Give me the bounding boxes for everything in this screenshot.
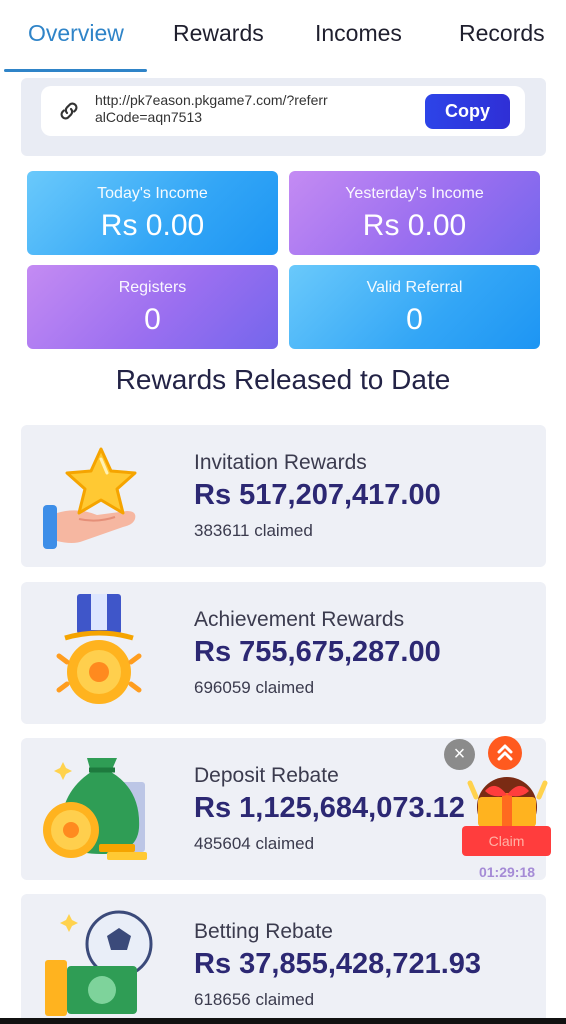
copy-button[interactable]: Copy <box>425 94 510 129</box>
cash-ball-icon <box>45 910 153 1016</box>
reward-claimed-count: 696059 claimed <box>194 678 315 697</box>
registers-label: Registers <box>118 279 187 296</box>
reward-card-betting[interactable]: Betting Rebate Rs 37,855,428,721.93 6186… <box>21 894 546 1024</box>
referral-url: http://pk7eason.pkgame7.com/?referralCod… <box>95 92 328 125</box>
medal-icon <box>56 594 142 704</box>
todays-income-label: Today's Income <box>97 185 208 202</box>
reward-amount: Rs 1,125,684,073.12 <box>194 792 465 824</box>
reward-amount: Rs 755,675,287.00 <box>194 636 441 668</box>
claim-button[interactable]: Claim <box>462 826 551 856</box>
registers-value: 0 <box>144 303 161 336</box>
reward-claimed-count: 618656 claimed <box>194 990 315 1009</box>
valid-referral-value: 0 <box>406 303 423 336</box>
countdown-timer: 01:29:18 <box>478 864 536 880</box>
registers-card: Registers 0 <box>27 265 278 349</box>
todays-income-value: Rs 0.00 <box>100 209 205 242</box>
reward-claimed-count: 383611 claimed <box>194 521 313 540</box>
todays-income-card: Today's Income Rs 0.00 <box>27 171 278 255</box>
reward-card-achievement[interactable]: Achievement Rewards Rs 755,675,287.00 69… <box>21 582 546 724</box>
tab-incomes[interactable]: Incomes <box>315 20 402 47</box>
reward-title: Betting Rebate <box>194 920 333 943</box>
reward-title: Deposit Rebate <box>194 764 339 787</box>
section-title: Rewards Released to Date <box>115 364 451 395</box>
bottom-edge-bar <box>0 1018 566 1024</box>
tab-bar: Overview Rewards Incomes Records <box>0 0 566 72</box>
money-bag-icon <box>43 758 147 860</box>
reward-card-invitation[interactable]: Invitation Rewards Rs 517,207,417.00 383… <box>21 425 546 567</box>
tab-rewards[interactable]: Rewards <box>173 20 264 47</box>
reward-title: Achievement Rewards <box>194 608 405 631</box>
tab-overview[interactable]: Overview <box>28 20 124 47</box>
close-widget-button[interactable]: × <box>444 739 475 770</box>
yesterdays-income-label: Yesterday's Income <box>345 185 484 202</box>
expand-widget-button[interactable] <box>488 736 522 770</box>
overview-page: http://pk7eason.pkgame7.com/?referralCod… <box>0 72 566 1024</box>
valid-referral-label: Valid Referral <box>366 279 463 296</box>
referral-panel: http://pk7eason.pkgame7.com/?referralCod… <box>21 78 546 156</box>
double-chevron-up-icon <box>497 744 513 761</box>
reward-title: Invitation Rewards <box>194 451 367 474</box>
reward-amount: Rs 517,207,417.00 <box>194 479 441 511</box>
yesterdays-income-value: Rs 0.00 <box>362 209 467 242</box>
valid-referral-card: Valid Referral 0 <box>289 265 540 349</box>
star-hand-icon <box>43 447 137 549</box>
reward-claimed-count: 485604 claimed <box>194 834 315 853</box>
link-icon <box>60 102 78 120</box>
reward-amount: Rs 37,855,428,721.93 <box>194 948 482 980</box>
referral-link-box: http://pk7eason.pkgame7.com/?referralCod… <box>41 86 525 136</box>
tab-records[interactable]: Records <box>459 20 545 47</box>
yesterdays-income-card: Yesterday's Income Rs 0.00 <box>289 171 540 255</box>
